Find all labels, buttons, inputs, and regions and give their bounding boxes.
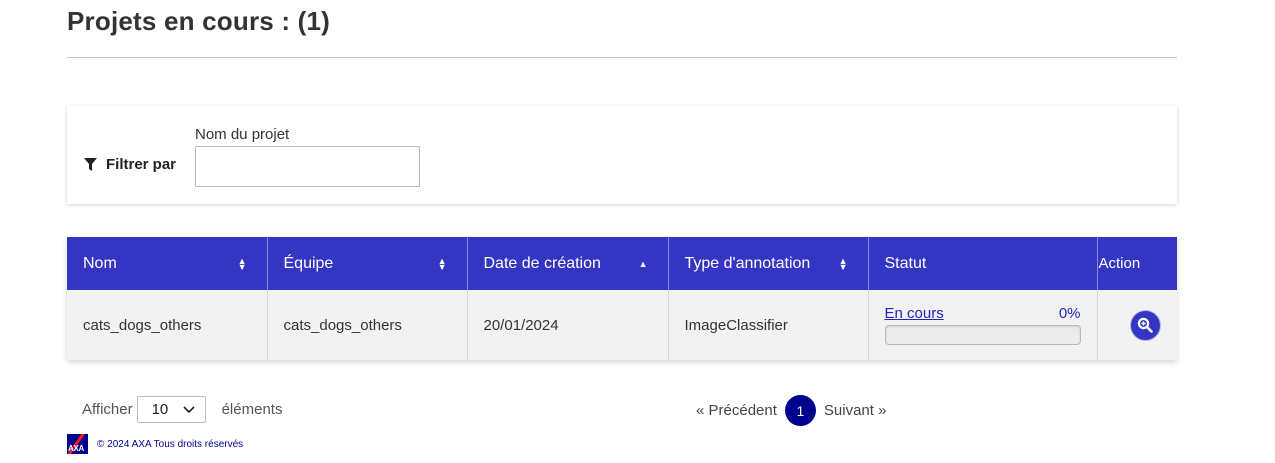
page-size-control: Afficher 10 éléments — [82, 396, 282, 423]
pagination-previous[interactable]: « Précédent — [696, 402, 777, 419]
progress-percent: 0% — [1058, 305, 1081, 322]
sort-icon: ▲ ▼ — [437, 255, 447, 272]
filter-label: Filtrer par — [84, 156, 176, 173]
column-header-status-label: Statut — [884, 254, 927, 272]
project-name-label: Nom du projet — [195, 126, 290, 143]
title-divider — [67, 57, 1177, 58]
cell-status: En cours 0% — [868, 290, 1098, 360]
cell-team: cats_dogs_others — [267, 290, 468, 360]
progress-bar — [884, 325, 1081, 345]
page-size-prefix: Afficher — [82, 401, 133, 418]
column-header-name-label: Nom — [83, 254, 117, 272]
filter-panel: Filtrer par Nom du projet — [67, 106, 1177, 204]
cell-action — [1097, 290, 1177, 360]
project-name-input[interactable] — [195, 146, 420, 187]
filter-icon — [84, 157, 97, 171]
sort-asc-icon: ▲ — [638, 258, 648, 269]
column-header-created-label: Date de création — [483, 254, 601, 272]
projects-table: Nom ▲ ▼ Équipe ▲ ▼ Date de création ▲ Type… — [67, 237, 1177, 360]
view-project-button[interactable] — [1129, 309, 1161, 341]
filter-label-text: Filtrer par — [106, 156, 177, 173]
axa-logo: AXA — [67, 434, 88, 454]
table-header-row: Nom ▲ ▼ Équipe ▲ ▼ Date de création ▲ Type… — [67, 237, 1177, 290]
column-header-team-label: Équipe — [283, 254, 334, 272]
table-row: cats_dogs_others cats_dogs_others 20/01/… — [67, 290, 1177, 360]
zoom-icon — [1137, 317, 1153, 333]
column-header-team[interactable]: Équipe ▲ ▼ — [267, 237, 468, 290]
pagination: « Précédent 1 Suivant » — [696, 395, 886, 426]
column-header-created[interactable]: Date de création ▲ — [467, 237, 669, 290]
chevron-down-icon — [183, 405, 195, 413]
footer: AXA © 2024 AXA Tous droits réservés — [67, 434, 243, 454]
column-header-annotation-type[interactable]: Type d'annotation ▲ ▼ — [668, 237, 869, 290]
column-header-name[interactable]: Nom ▲ ▼ — [67, 237, 268, 290]
copyright-text: © 2024 AXA Tous droits réservés — [97, 438, 244, 450]
page-size-select[interactable]: 10 — [136, 396, 206, 423]
cell-name: cats_dogs_others — [67, 290, 268, 360]
pagination-next[interactable]: Suivant » — [824, 402, 887, 419]
page-title: Projets en cours : (1) — [67, 6, 331, 36]
column-header-action-label: Action — [1098, 255, 1141, 272]
column-header-action: Action — [1097, 237, 1177, 290]
page-size-suffix: éléments — [221, 401, 283, 418]
sort-icon: ▲ ▼ — [838, 255, 848, 272]
cell-annotation-type: ImageClassifier — [668, 290, 869, 360]
column-header-status: Statut — [868, 237, 1098, 290]
sort-icon: ▲ ▼ — [237, 255, 247, 272]
status-header: En cours 0% — [885, 305, 1081, 322]
column-header-annotation-type-label: Type d'annotation — [684, 254, 811, 272]
status-link[interactable]: En cours — [885, 305, 944, 322]
pagination-page-1[interactable]: 1 — [784, 395, 816, 426]
page-size-value: 10 — [151, 401, 169, 418]
cell-created: 20/01/2024 — [467, 290, 669, 360]
